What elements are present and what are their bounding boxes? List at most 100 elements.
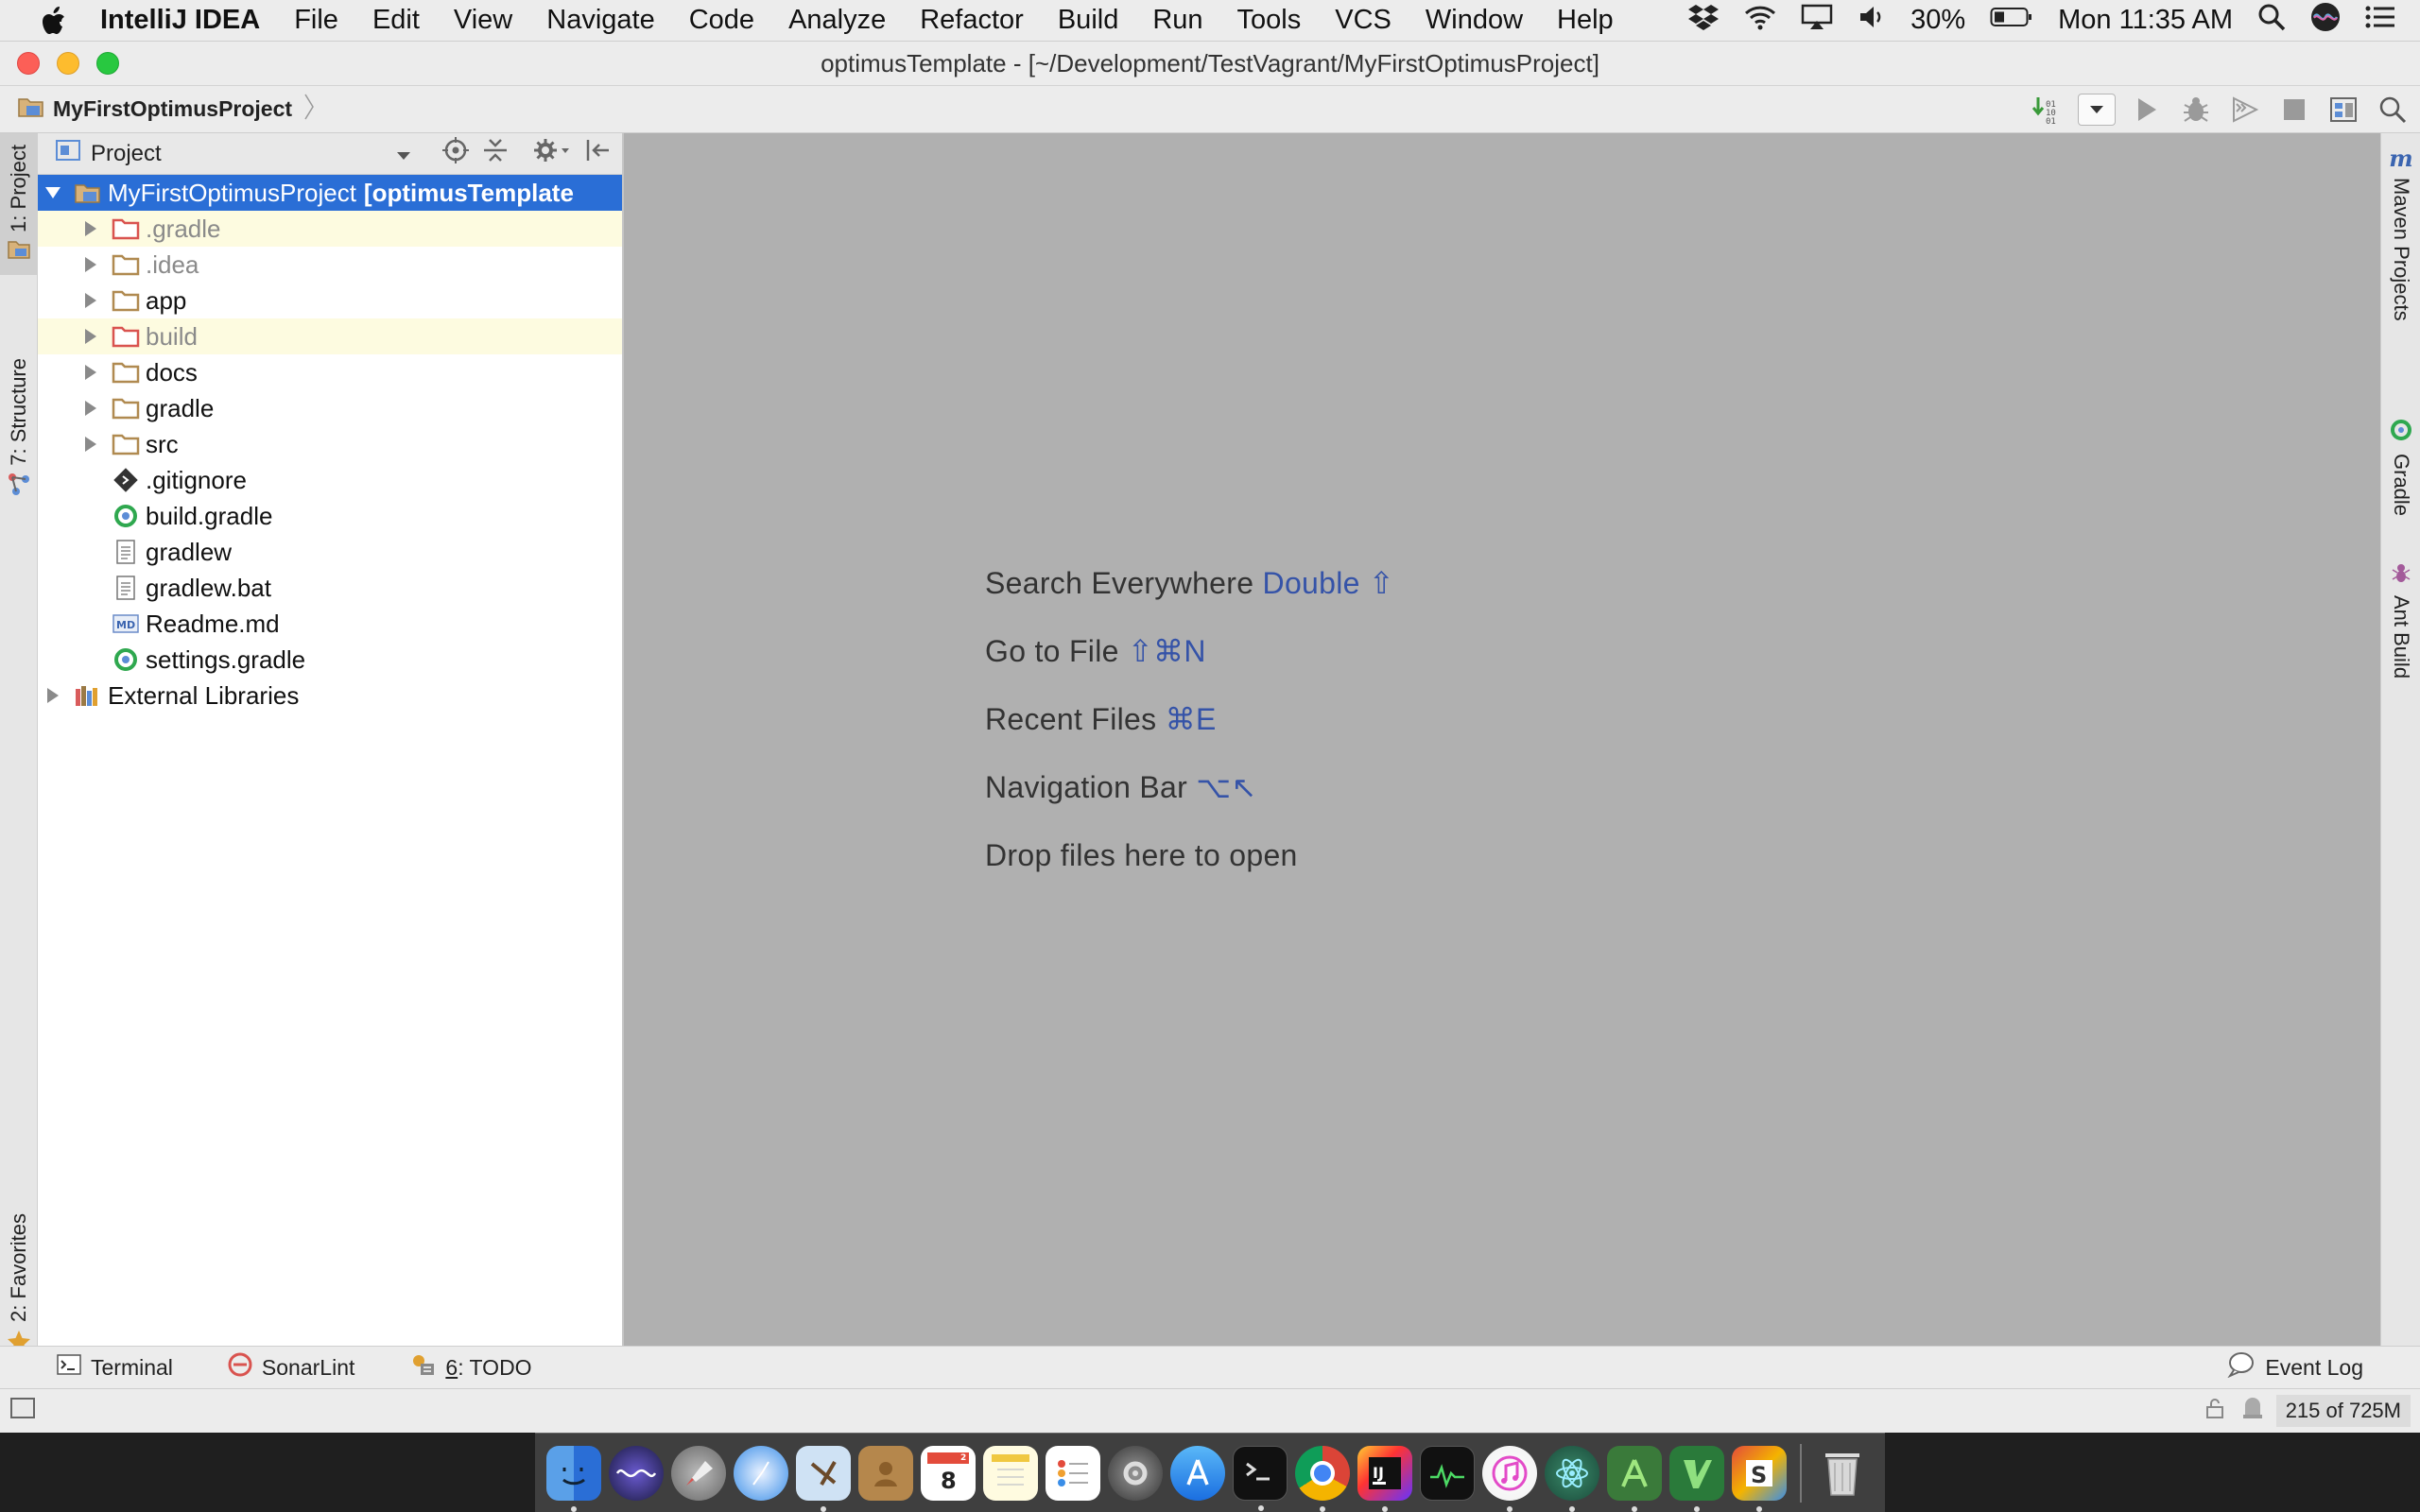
tree-item-docs[interactable]: docs: [38, 354, 622, 390]
slack-icon[interactable]: S: [1732, 1445, 1787, 1512]
menu-view[interactable]: View: [437, 5, 529, 36]
notification-center-icon[interactable]: [2365, 5, 2395, 37]
tree-item-idea[interactable]: .idea: [38, 247, 622, 283]
menu-code[interactable]: Code: [672, 5, 771, 36]
run-icon[interactable]: [2129, 92, 2165, 128]
editor-area[interactable]: Search Everywhere Double ⇧ Go to File ⇧⌘…: [624, 133, 2380, 1346]
safari-icon[interactable]: [734, 1445, 788, 1501]
notes-icon[interactable]: [983, 1445, 1038, 1501]
calendar-icon[interactable]: 82: [921, 1445, 976, 1501]
tree-item-gitignore[interactable]: .gitignore: [38, 462, 622, 498]
maven-projects-tab[interactable]: m Maven Projects: [2381, 145, 2420, 321]
ant-build-tab[interactable]: Ant Build: [2381, 560, 2420, 679]
menu-navigate[interactable]: Navigate: [529, 5, 671, 36]
reminders-icon[interactable]: [1046, 1445, 1100, 1501]
mail-icon[interactable]: [796, 1445, 851, 1512]
trash-icon[interactable]: [1815, 1446, 1870, 1501]
todo-tab[interactable]: 6: TODO: [409, 1352, 532, 1383]
structure-tool-tab[interactable]: 7: Structure: [0, 358, 38, 501]
menu-vcs[interactable]: VCS: [1318, 5, 1409, 36]
intellij-idea-icon[interactable]: IJ: [1357, 1445, 1412, 1512]
launchpad-icon[interactable]: [671, 1445, 726, 1501]
view-dropdown-icon[interactable]: [396, 141, 411, 167]
stop-icon[interactable]: [2276, 92, 2312, 128]
terminal-dock-icon[interactable]: [1233, 1445, 1288, 1511]
project-structure-icon[interactable]: [2325, 92, 2361, 128]
project-view-selector[interactable]: Project: [91, 141, 162, 167]
menu-window[interactable]: Window: [1409, 5, 1540, 36]
spotlight-icon[interactable]: [2257, 3, 2286, 39]
breadcrumb[interactable]: MyFirstOptimusProject: [17, 93, 315, 127]
vim-icon[interactable]: [1669, 1445, 1724, 1512]
collapsed-arrow-icon[interactable]: [79, 361, 102, 384]
menubar-clock[interactable]: Mon 11:35 AM: [2058, 5, 2233, 36]
terminal-tab[interactable]: Terminal: [57, 1354, 173, 1381]
atom-icon[interactable]: [1545, 1445, 1599, 1512]
breadcrumb-project[interactable]: MyFirstOptimusProject: [53, 96, 292, 122]
run-with-coverage-icon[interactable]: [2227, 92, 2263, 128]
memory-indicator[interactable]: 215 of 725M: [2275, 1395, 2411, 1427]
app-store-icon[interactable]: [1170, 1445, 1225, 1501]
tree-item-gradle-dir[interactable]: .gradle: [38, 211, 622, 247]
tree-item-readme[interactable]: MD Readme.md: [38, 606, 622, 642]
menu-file[interactable]: File: [277, 5, 355, 36]
expanded-arrow-icon[interactable]: [42, 181, 64, 204]
volume-icon[interactable]: [1858, 4, 1886, 38]
menu-edit[interactable]: Edit: [355, 5, 437, 36]
project-tool-tab[interactable]: 1: Project: [0, 133, 38, 275]
build-project-icon[interactable]: 01 10 01: [2029, 92, 2065, 128]
tree-root-row[interactable]: MyFirstOptimusProject [optimusTemplate: [38, 175, 622, 211]
dropbox-icon[interactable]: [1687, 3, 1720, 39]
tree-item-build[interactable]: build: [38, 318, 622, 354]
tree-item-src[interactable]: src: [38, 426, 622, 462]
tree-item-build-gradle[interactable]: build.gradle: [38, 498, 622, 534]
debug-icon[interactable]: [2178, 92, 2214, 128]
contacts-icon[interactable]: [858, 1445, 913, 1501]
collapsed-arrow-icon[interactable]: [42, 684, 64, 707]
hide-panel-icon[interactable]: [584, 137, 611, 170]
collapsed-arrow-icon[interactable]: [79, 325, 102, 348]
sonarlint-tab[interactable]: SonarLint: [228, 1352, 354, 1383]
collapsed-arrow-icon[interactable]: [79, 217, 102, 240]
menu-tools[interactable]: Tools: [1220, 5, 1319, 36]
collapsed-arrow-icon[interactable]: [79, 433, 102, 455]
battery-icon[interactable]: [1990, 5, 2033, 36]
menu-refactor[interactable]: Refactor: [903, 5, 1041, 36]
menu-build[interactable]: Build: [1041, 5, 1136, 36]
siri-dock-icon[interactable]: [609, 1445, 664, 1501]
toggle-tool-windows-icon[interactable]: [9, 1397, 36, 1425]
menu-help[interactable]: Help: [1540, 5, 1631, 36]
tree-item-external-libraries[interactable]: External Libraries: [38, 678, 622, 713]
tree-item-gradle[interactable]: gradle: [38, 390, 622, 426]
inspector-icon[interactable]: [2240, 1396, 2265, 1426]
scroll-from-source-icon[interactable]: [442, 137, 469, 170]
collapsed-arrow-icon[interactable]: [79, 253, 102, 276]
collapse-all-icon[interactable]: [482, 137, 509, 170]
android-studio-icon[interactable]: [1607, 1445, 1662, 1512]
tree-item-settings-gradle[interactable]: settings.gradle: [38, 642, 622, 678]
gradle-tab[interactable]: Gradle: [2381, 419, 2420, 516]
tree-item-app[interactable]: app: [38, 283, 622, 318]
collapsed-arrow-icon[interactable]: [79, 289, 102, 312]
search-everywhere-icon[interactable]: [2375, 92, 2411, 128]
finder-icon[interactable]: [546, 1445, 601, 1512]
collapsed-arrow-icon[interactable]: [79, 397, 102, 420]
siri-icon[interactable]: [2310, 2, 2341, 40]
event-log-tab[interactable]: Event Log: [2227, 1351, 2420, 1383]
run-configuration-dropdown[interactable]: [2078, 93, 2116, 126]
activity-monitor-icon[interactable]: [1420, 1445, 1475, 1501]
itunes-icon[interactable]: [1482, 1445, 1537, 1512]
chrome-icon[interactable]: [1295, 1445, 1350, 1512]
wifi-icon[interactable]: [1744, 4, 1776, 38]
lock-icon[interactable]: [2204, 1397, 2225, 1425]
menu-analyze[interactable]: Analyze: [771, 5, 903, 36]
menu-app-name[interactable]: IntelliJ IDEA: [100, 5, 277, 36]
airplay-icon[interactable]: [1801, 4, 1833, 38]
apple-icon[interactable]: [36, 6, 72, 35]
tree-item-gradlew-bat[interactable]: gradlew.bat: [38, 570, 622, 606]
settings-gear-icon[interactable]: [533, 137, 571, 170]
system-preferences-icon[interactable]: [1108, 1445, 1163, 1501]
tree-item-gradlew[interactable]: gradlew: [38, 534, 622, 570]
favorites-tool-tab[interactable]: 2: Favorites: [0, 1213, 38, 1359]
menu-run[interactable]: Run: [1135, 5, 1219, 36]
